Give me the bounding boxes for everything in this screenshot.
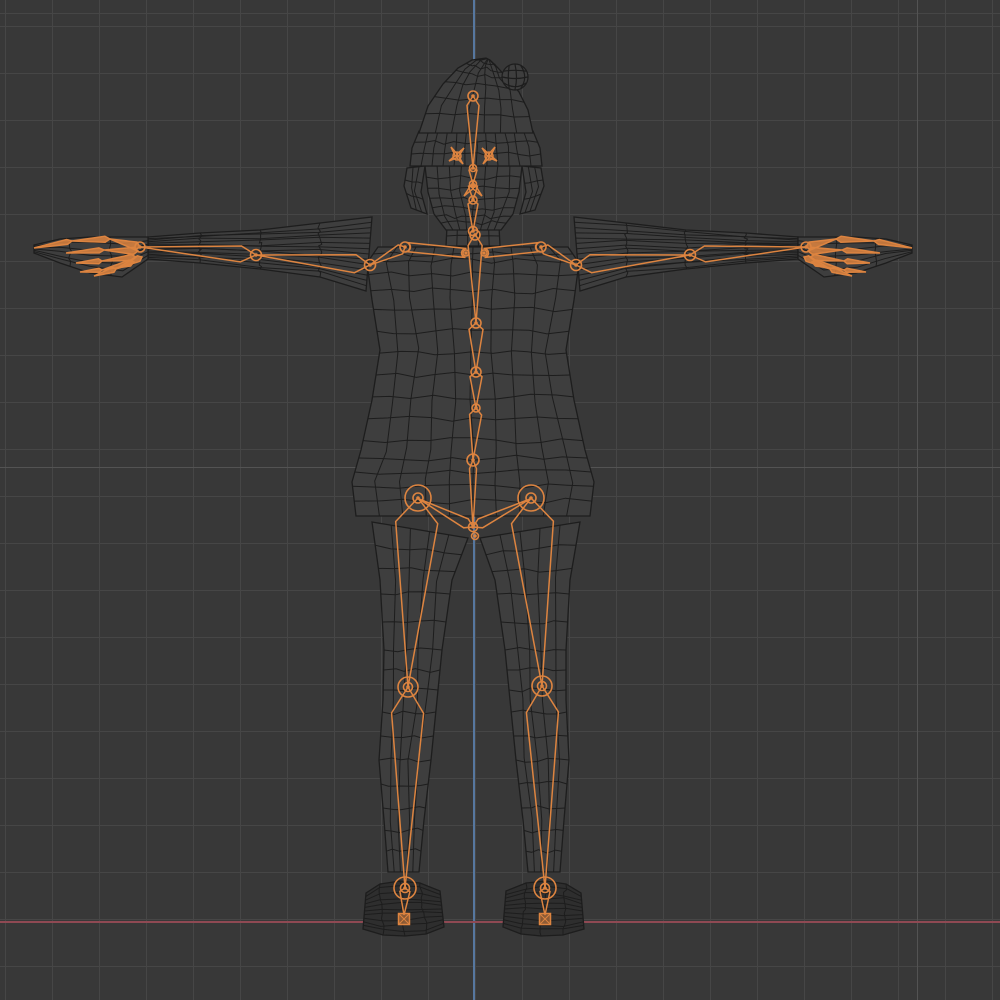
joint-dot	[471, 166, 475, 170]
joint-dot	[471, 525, 475, 529]
mesh-region-hair-left[interactable]	[403, 165, 428, 216]
joint-dot	[471, 458, 475, 462]
joint-dot	[471, 198, 475, 202]
joint-dot	[406, 685, 410, 689]
joint-dot	[543, 886, 547, 890]
joint-dot	[471, 94, 475, 98]
joint-dot	[474, 406, 478, 410]
joint-toe-r[interactable]	[538, 912, 552, 926]
joint-dot	[688, 253, 692, 257]
joint-dot	[473, 534, 477, 538]
joint-dot	[368, 263, 372, 267]
viewport-canvas[interactable]	[0, 0, 1000, 1000]
joint-dot	[464, 251, 468, 255]
joint-toe-l[interactable]	[397, 912, 411, 926]
mesh-circle-hat-pompom[interactable]	[501, 63, 529, 91]
mesh-region-left-leg[interactable]	[371, 521, 469, 873]
joint-dot	[529, 496, 533, 500]
joint-dot	[474, 370, 478, 374]
joint-dot	[539, 245, 543, 249]
joint-dot	[416, 496, 420, 500]
mesh-region-right-leg[interactable]	[479, 521, 581, 873]
mesh-region-left-arm[interactable]	[147, 216, 373, 292]
joint-dot	[474, 321, 478, 325]
joint-dot	[403, 886, 407, 890]
joint-crotch-b[interactable]	[470, 531, 480, 541]
joint-dot	[473, 233, 477, 237]
mesh-outline	[573, 216, 799, 292]
joint-dot	[574, 263, 578, 267]
mesh-region-hair-right[interactable]	[519, 165, 545, 215]
joint-dot	[482, 251, 486, 255]
joint-dot	[403, 245, 407, 249]
mesh-region-right-arm[interactable]	[573, 216, 799, 292]
scene-svg[interactable]	[0, 0, 1000, 1000]
joint-dot	[254, 253, 258, 257]
joint-dot	[804, 245, 808, 249]
joint-dot	[138, 245, 142, 249]
joint-dot	[540, 684, 544, 688]
joint-dot	[471, 182, 475, 186]
mesh-outline	[371, 521, 469, 873]
joint-dot	[455, 154, 459, 158]
joint-dot	[487, 154, 491, 158]
